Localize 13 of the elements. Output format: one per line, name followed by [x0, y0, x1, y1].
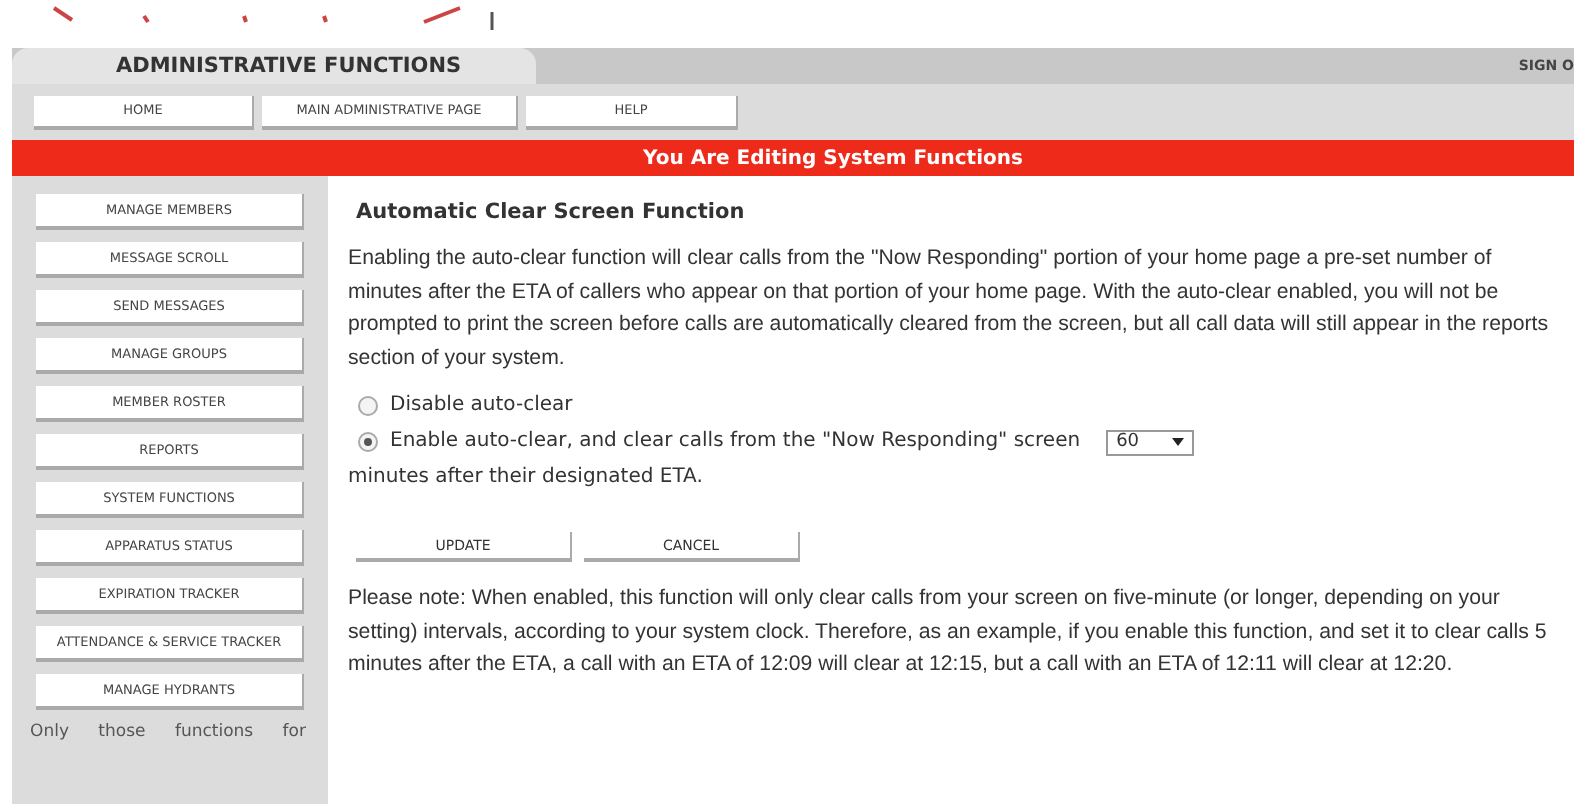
radio-button[interactable]	[358, 396, 378, 416]
option-label: minutes after their designated ETA.	[348, 464, 703, 492]
radio-button[interactable]	[358, 432, 378, 452]
note-paragraph: Please note: When enabled, this function will only clear calls from your screen on five-minute (or longer, depending on your setting) intervals, according to your system clock. Therefore, as an example, if you enable this function, and set it to clear calls 5 minutes after the ETA, a call with an ETA of 12:09 will clear at 12:15, but a call with an ETA of 12:11 will clear at 12:20.	[348, 584, 1549, 680]
section-title: Automatic Clear Screen Function	[356, 200, 747, 224]
option-label: Enable auto-clear, and clear calls from the "Now Responding" screen	[390, 428, 1081, 456]
banner: You Are Editing System Functions	[12, 140, 1574, 176]
sidebar-note: Only those functions for	[30, 722, 308, 742]
intro-paragraph: Enabling the auto-clear function will clear calls from the "Now Responding" portion of your home page a pre-set number of minutes after the ETA of callers who appear on that portion of your home page. With the auto-clear enabled, you will not be prompted to print the screen before calls are automatically cleared from the screen, but all call data will still appear in the reports section of your system.	[348, 244, 1551, 373]
minutes-dropdown[interactable]: 60	[1106, 429, 1195, 455]
caret-icon	[1172, 438, 1185, 446]
section-tab[interactable]: ADMINISTRATIVE FUNCTIONS	[12, 48, 536, 84]
option-label: Disable auto-clear	[390, 392, 573, 420]
